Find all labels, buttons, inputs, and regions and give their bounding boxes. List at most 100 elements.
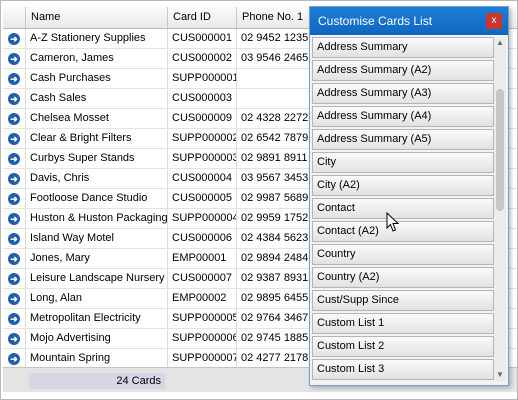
cell-phone: 03 9567 3453 <box>237 169 317 188</box>
cell-card-id: CUS000002 <box>168 49 237 68</box>
cell-card-id: CUS000007 <box>168 269 237 288</box>
cell-card-id: SUPP000006 <box>168 329 237 348</box>
row-icon-cell[interactable]: ➜ <box>3 169 26 188</box>
row-icon-cell[interactable]: ➜ <box>3 89 26 108</box>
field-list-item[interactable]: City (A2) <box>312 175 494 196</box>
field-list-item[interactable]: Address Summary (A5) <box>312 129 494 150</box>
arrow-circle-right-icon[interactable]: ➜ <box>8 212 20 225</box>
arrow-circle-right-icon[interactable]: ➜ <box>8 232 20 245</box>
arrow-circle-right-icon[interactable]: ➜ <box>8 132 20 145</box>
arrow-circle-right-icon[interactable]: ➜ <box>8 192 20 205</box>
cell-card-id: CUS000005 <box>168 189 237 208</box>
arrow-circle-right-icon[interactable]: ➜ <box>8 332 20 345</box>
cell-phone: 02 9891 8911 <box>237 149 317 168</box>
row-icon-cell[interactable]: ➜ <box>3 309 26 328</box>
cell-card-id: CUS000006 <box>168 229 237 248</box>
cell-name: Long, Alan <box>26 289 168 308</box>
row-icon-cell[interactable]: ➜ <box>3 349 26 368</box>
cell-phone: 02 4384 5623 <box>237 229 317 248</box>
cell-phone: 03 9546 2465 <box>237 49 317 68</box>
cell-phone: 02 9894 2484 <box>237 249 317 268</box>
scroll-down-icon[interactable]: ▼ <box>494 369 506 381</box>
row-icon-cell[interactable]: ➜ <box>3 49 26 68</box>
field-list-item[interactable]: Address Summary (A3) <box>312 83 494 104</box>
cell-name: Davis, Chris <box>26 169 168 188</box>
field-list-item[interactable]: Country (A2) <box>312 267 494 288</box>
header-phone[interactable]: Phone No. 1 <box>237 7 317 28</box>
arrow-circle-right-icon[interactable]: ➜ <box>8 112 20 125</box>
field-list-item[interactable]: City <box>312 152 494 173</box>
panel-title-bar[interactable]: Customise Cards List x <box>310 7 508 35</box>
field-list-item[interactable]: Custom List 1 <box>312 313 494 334</box>
cell-phone <box>237 69 317 88</box>
cell-phone: 02 9895 6455 <box>237 289 317 308</box>
panel-scrollbar[interactable]: ▲ ▼ <box>494 37 506 381</box>
field-list-item[interactable]: Custom List 2 <box>312 336 494 357</box>
field-list-item[interactable]: Contact <box>312 198 494 219</box>
arrow-circle-right-icon[interactable]: ➜ <box>8 312 20 325</box>
cell-phone: 02 4328 2272 <box>237 109 317 128</box>
arrow-circle-right-icon[interactable]: ➜ <box>8 72 20 85</box>
cell-name: Chelsea Mosset <box>26 109 168 128</box>
row-icon-cell[interactable]: ➜ <box>3 189 26 208</box>
field-list-item[interactable]: Cust/Supp Since <box>312 290 494 311</box>
row-icon-cell[interactable]: ➜ <box>3 229 26 248</box>
header-name[interactable]: Name <box>26 7 168 28</box>
field-list-item[interactable]: Contact (A2) <box>312 221 494 242</box>
cell-phone: 02 9452 1235 <box>237 29 317 48</box>
cell-name: Cash Purchases <box>26 69 168 88</box>
cell-phone: 02 9764 3467 <box>237 309 317 328</box>
cell-phone: 02 4277 2178 <box>237 349 317 368</box>
arrow-circle-right-icon[interactable]: ➜ <box>8 32 20 45</box>
field-list-item[interactable]: Custom List 3 <box>312 359 494 380</box>
row-icon-cell[interactable]: ➜ <box>3 269 26 288</box>
cell-name: Cash Sales <box>26 89 168 108</box>
arrow-circle-right-icon[interactable]: ➜ <box>8 352 20 365</box>
row-icon-cell[interactable]: ➜ <box>3 249 26 268</box>
arrow-circle-right-icon[interactable]: ➜ <box>8 172 20 185</box>
field-list-item[interactable]: Address Summary (A2) <box>312 60 494 81</box>
scroll-up-icon[interactable]: ▲ <box>494 37 506 49</box>
row-icon-cell[interactable]: ➜ <box>3 129 26 148</box>
row-icon-cell[interactable]: ➜ <box>3 109 26 128</box>
cell-name: Clear & Bright Filters <box>26 129 168 148</box>
arrow-circle-right-icon[interactable]: ➜ <box>8 292 20 305</box>
cell-phone <box>237 89 317 108</box>
field-list-item[interactable]: Country <box>312 244 494 265</box>
scroll-thumb[interactable] <box>496 89 504 211</box>
cell-card-id: SUPP000003 <box>168 149 237 168</box>
row-icon-cell[interactable]: ➜ <box>3 289 26 308</box>
panel-title: Customise Cards List <box>318 14 433 28</box>
cell-name: Island Way Motel <box>26 229 168 248</box>
field-list: Address Summary Address Summary (A2) Addre… <box>312 37 494 382</box>
cell-phone: 02 9959 1752 <box>237 209 317 228</box>
arrow-circle-right-icon[interactable]: ➜ <box>8 272 20 285</box>
header-card-id[interactable]: Card ID <box>168 7 237 28</box>
mouse-cursor-icon <box>386 212 400 232</box>
arrow-circle-right-icon[interactable]: ➜ <box>8 92 20 105</box>
cell-card-id: CUS000004 <box>168 169 237 188</box>
close-button[interactable]: x <box>486 13 502 29</box>
cell-name: Leisure Landscape Nursery <box>26 269 168 288</box>
cell-card-id: SUPP000007 <box>168 349 237 368</box>
card-count: 24 Cards <box>29 373 165 389</box>
customise-cards-list-panel: Customise Cards List x Address Summary Ad… <box>309 6 509 386</box>
field-list-item[interactable]: Address Summary <box>312 37 494 58</box>
arrow-circle-right-icon[interactable]: ➜ <box>8 252 20 265</box>
field-list-item[interactable]: Address Summary (A4) <box>312 106 494 127</box>
row-icon-cell[interactable]: ➜ <box>3 209 26 228</box>
cell-name: Metropolitan Electricity <box>26 309 168 328</box>
header-icon-column[interactable] <box>3 7 26 28</box>
cell-name: A-Z Stationery Supplies <box>26 29 168 48</box>
cell-card-id: SUPP000004 <box>168 209 237 228</box>
row-icon-cell[interactable]: ➜ <box>3 29 26 48</box>
cell-card-id: CUS000009 <box>168 109 237 128</box>
row-icon-cell[interactable]: ➜ <box>3 329 26 348</box>
cell-name: Huston & Huston Packaging <box>26 209 168 228</box>
cell-name: Cameron, James <box>26 49 168 68</box>
arrow-circle-right-icon[interactable]: ➜ <box>8 52 20 65</box>
row-icon-cell[interactable]: ➜ <box>3 69 26 88</box>
cell-card-id: SUPP000001 <box>168 69 237 88</box>
row-icon-cell[interactable]: ➜ <box>3 149 26 168</box>
arrow-circle-right-icon[interactable]: ➜ <box>8 152 20 165</box>
